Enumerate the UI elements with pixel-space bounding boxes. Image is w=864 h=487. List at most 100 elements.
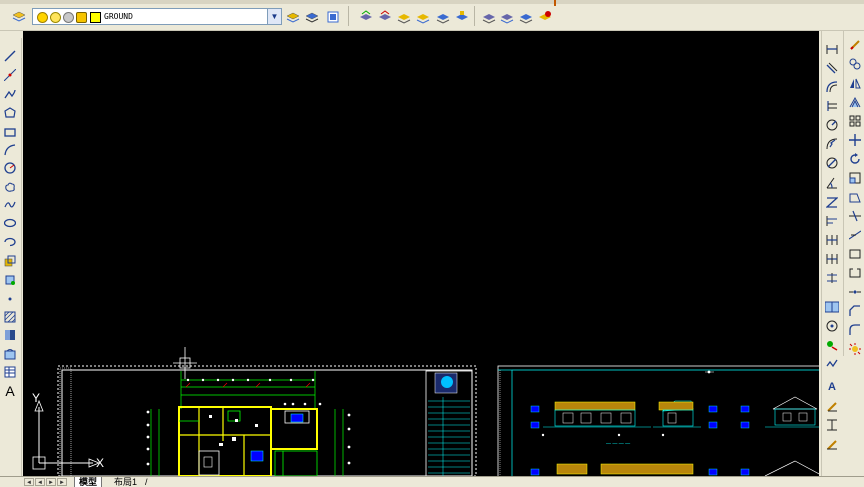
gradient-icon[interactable] — [2, 327, 18, 343]
region-icon[interactable] — [2, 346, 18, 362]
elevation-dots — [541, 433, 665, 437]
aligned-dim-icon[interactable] — [824, 60, 840, 76]
ellipse-icon[interactable] — [2, 215, 18, 231]
modify-toolbar — [843, 31, 864, 356]
layer-tool-10-icon[interactable] — [537, 9, 553, 25]
layer-tool-8-icon[interactable] — [499, 9, 515, 25]
drawing-svg: Y X — — — — — [32, 347, 819, 476]
angular-icon[interactable] — [824, 175, 840, 191]
point-icon[interactable] — [2, 291, 18, 307]
radius-icon[interactable] — [824, 117, 840, 133]
mirror-icon[interactable] — [847, 75, 863, 91]
bulb-icon[interactable] — [37, 12, 48, 23]
hatch-icon[interactable] — [2, 309, 18, 325]
layer-tool-3-icon[interactable] — [396, 9, 412, 25]
layer-tool-5-icon[interactable] — [435, 9, 451, 25]
baseline-icon[interactable] — [824, 213, 840, 229]
axis-bubbles-top — [283, 402, 322, 406]
floor-plan-sheet — [57, 347, 477, 476]
next-tab-button[interactable]: ► — [46, 478, 56, 486]
dimension-left — [146, 409, 160, 476]
rectangle-icon[interactable] — [2, 124, 18, 140]
draw-toolbar: A — [0, 38, 22, 478]
dim-style-edit-icon[interactable] — [824, 398, 840, 414]
erase-icon[interactable] — [847, 37, 863, 53]
front-elevation: — — — — — [543, 401, 651, 447]
jogged-icon[interactable] — [824, 136, 840, 152]
fillet-icon[interactable] — [847, 322, 863, 338]
lock-icon[interactable] — [76, 12, 87, 23]
extend-icon[interactable] — [847, 227, 863, 243]
array-icon[interactable] — [847, 113, 863, 129]
qleader-icon[interactable] — [824, 251, 840, 267]
ordinate-icon[interactable] — [824, 98, 840, 114]
layer-states-icon[interactable] — [325, 9, 341, 25]
layer-tool-6-icon[interactable] — [454, 9, 470, 25]
last-tab-button[interactable]: ► — [57, 478, 67, 486]
make-block-icon[interactable] — [2, 272, 18, 288]
floor-plan-walls — [178, 406, 318, 476]
polyline-icon[interactable] — [2, 86, 18, 102]
break-icon[interactable] — [847, 265, 863, 281]
arc-icon[interactable] — [2, 142, 18, 158]
trim-icon[interactable] — [847, 208, 863, 224]
ellipse-arc-icon[interactable] — [2, 234, 18, 250]
layer-previous-icon[interactable] — [304, 9, 320, 25]
layer-combo[interactable]: GROUND ▼ — [32, 8, 282, 25]
insert-block-icon[interactable] — [2, 253, 18, 269]
circle-icon[interactable] — [2, 160, 18, 176]
layer-tool-4-icon[interactable] — [415, 9, 431, 25]
copy-icon[interactable] — [847, 56, 863, 72]
first-tab-button[interactable]: ◄ — [24, 478, 34, 486]
diameter-icon[interactable] — [824, 155, 840, 171]
rotate-icon[interactable] — [847, 151, 863, 167]
layer-tool-2-icon[interactable] — [377, 9, 393, 25]
sun-icon[interactable] — [50, 12, 61, 23]
elevation-sheet-border — [497, 365, 819, 476]
layer-color-swatch[interactable] — [90, 12, 101, 23]
dim-oblique-icon[interactable] — [824, 436, 840, 452]
table-icon[interactable] — [2, 364, 18, 380]
scale-icon[interactable] — [847, 170, 863, 186]
toolbar-top-strip — [0, 0, 864, 4]
chevron-down-icon[interactable]: ▼ — [267, 9, 281, 24]
lower-elevation-roof-1 — [556, 463, 588, 475]
layout-tab-bar: ◄ ◄ ► ► 模型 布局1 / — [0, 476, 864, 487]
tolerance-icon[interactable] — [824, 270, 840, 286]
dim-style-icon[interactable]: A — [824, 379, 840, 395]
layer-tool-9-icon[interactable] — [518, 9, 534, 25]
make-object-layer-current-icon[interactable] — [285, 9, 301, 25]
polygon-icon[interactable] — [2, 105, 18, 121]
prev-tab-button[interactable]: ◄ — [35, 478, 45, 486]
layer-toolbar: GROUND ▼ — [0, 0, 864, 31]
linear-dim-icon[interactable] — [824, 41, 840, 57]
construction-line-icon[interactable] — [2, 67, 18, 83]
move-icon[interactable] — [847, 132, 863, 148]
dim-update-icon[interactable] — [824, 356, 840, 372]
freeze-icon[interactable] — [63, 12, 74, 23]
ucs-icon: Y X — [32, 391, 104, 470]
center-mark-icon[interactable] — [824, 299, 840, 315]
dim-text-edit-icon[interactable] — [824, 337, 840, 353]
break-at-point-icon[interactable] — [847, 246, 863, 262]
dimension-right — [334, 409, 351, 476]
dim-edit-icon[interactable] — [824, 318, 840, 334]
layers-icon[interactable] — [11, 9, 27, 25]
spline-icon[interactable] — [2, 197, 18, 213]
offset-icon[interactable] — [847, 94, 863, 110]
ucs-x-label: X — [96, 456, 104, 470]
layer-tool-7-icon[interactable] — [481, 9, 497, 25]
multiline-text-icon[interactable]: A — [2, 383, 18, 399]
dim-override-icon[interactable] — [824, 417, 840, 433]
continue-icon[interactable] — [824, 232, 840, 248]
revision-cloud-icon[interactable] — [2, 179, 18, 195]
line-icon[interactable] — [2, 48, 18, 64]
layer-tool-1-icon[interactable] — [358, 9, 374, 25]
chamfer-icon[interactable] — [847, 303, 863, 319]
drawing-canvas[interactable]: Y X — — — — — [23, 31, 819, 476]
stretch-icon[interactable] — [847, 189, 863, 205]
explode-icon[interactable] — [847, 341, 863, 357]
arc-length-icon[interactable] — [824, 79, 840, 95]
quick-dim-icon[interactable] — [824, 194, 840, 210]
join-icon[interactable] — [847, 284, 863, 300]
